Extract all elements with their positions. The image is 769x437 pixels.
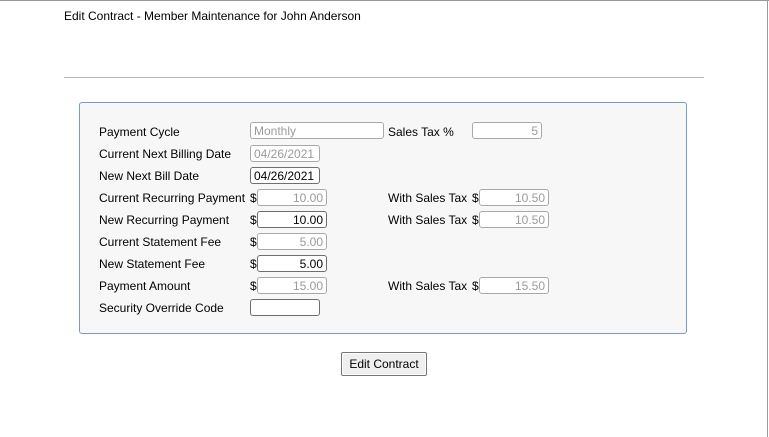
payment-cycle-field[interactable]	[250, 122, 384, 139]
current-next-billing-date-field[interactable]	[250, 145, 320, 162]
payment-cycle-label: Payment Cycle	[99, 125, 180, 139]
payment-amount-with-tax-field[interactable]	[479, 277, 549, 294]
currency-symbol: $	[250, 191, 257, 205]
sales-tax-field[interactable]	[472, 122, 542, 139]
window-top-border	[0, 0, 769, 1]
window-right-border	[767, 0, 768, 437]
payment-amount-field[interactable]	[257, 277, 327, 294]
contract-form-panel: Payment Cycle Sales Tax % Current Next B…	[79, 102, 687, 334]
new-next-bill-date-field[interactable]	[250, 167, 320, 184]
currency-symbol: $	[472, 213, 479, 227]
security-override-code-label: Security Override Code	[99, 301, 224, 315]
current-recurring-with-tax-field[interactable]	[479, 189, 549, 206]
currency-symbol: $	[250, 235, 257, 249]
payment-amount-label: Payment Amount	[99, 279, 191, 293]
current-recurring-payment-field[interactable]	[257, 189, 327, 206]
new-statement-fee-field[interactable]	[257, 255, 327, 272]
new-recurring-with-tax-label: With Sales Tax	[388, 213, 468, 227]
new-recurring-with-tax-field[interactable]	[479, 211, 549, 228]
new-recurring-payment-label: New Recurring Payment	[99, 213, 230, 227]
current-recurring-with-tax-label: With Sales Tax	[388, 191, 468, 205]
currency-symbol: $	[250, 279, 257, 293]
currency-symbol: $	[472, 279, 479, 293]
new-recurring-payment-field[interactable]	[257, 211, 327, 228]
page-title: Edit Contract - Member Maintenance for J…	[64, 9, 361, 23]
payment-amount-with-tax-label: With Sales Tax	[388, 279, 468, 293]
new-statement-fee-label: New Statement Fee	[99, 257, 206, 271]
security-override-code-field[interactable]	[250, 299, 320, 316]
currency-symbol: $	[250, 257, 257, 271]
current-recurring-payment-label: Current Recurring Payment	[99, 191, 246, 205]
currency-symbol: $	[250, 213, 257, 227]
current-next-billing-date-label: Current Next Billing Date	[99, 147, 232, 161]
divider	[64, 77, 704, 78]
new-next-bill-date-label: New Next Bill Date	[99, 169, 200, 183]
currency-symbol: $	[472, 191, 479, 205]
sales-tax-label: Sales Tax %	[388, 125, 454, 139]
edit-contract-button[interactable]: Edit Contract	[341, 352, 427, 376]
current-statement-fee-label: Current Statement Fee	[99, 235, 222, 249]
current-statement-fee-field[interactable]	[257, 233, 327, 250]
